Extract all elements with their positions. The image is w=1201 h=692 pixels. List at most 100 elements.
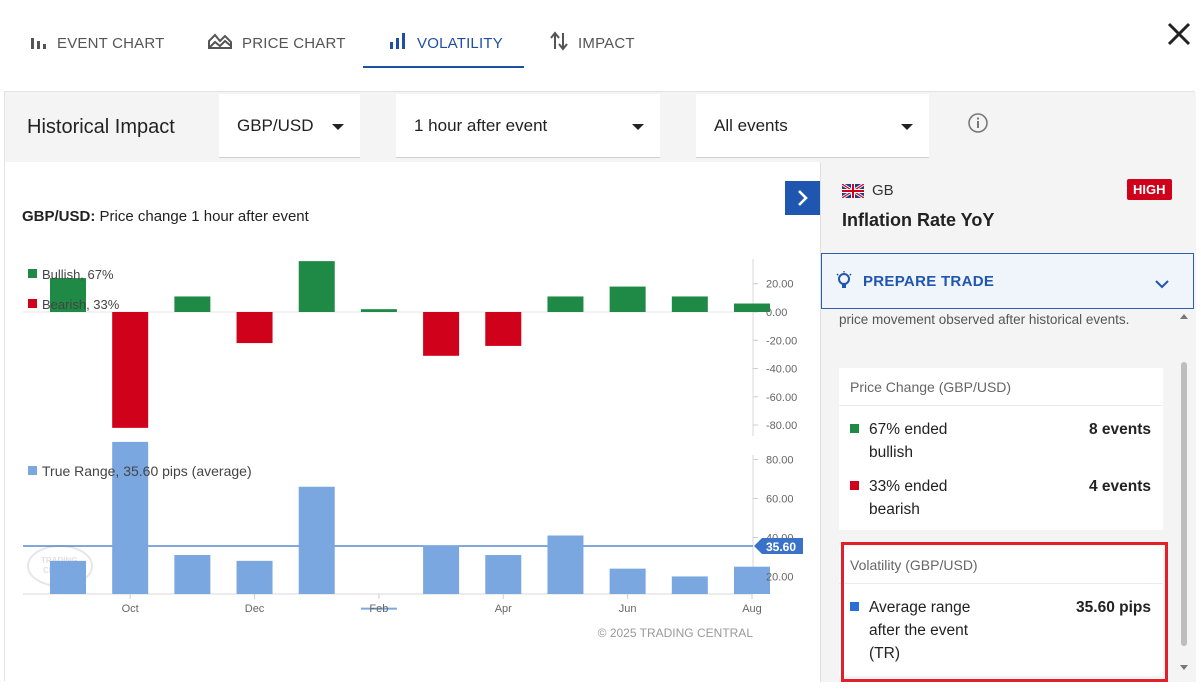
sort-arrows-icon <box>550 31 568 55</box>
tab-label: IMPACT <box>578 34 635 52</box>
active-tab-indicator <box>363 66 524 68</box>
price-change-card: Price Change (GBP/USD) 67% ended bullish… <box>839 368 1163 530</box>
country-code: GB <box>872 182 894 199</box>
average-range-marker <box>850 602 859 611</box>
events-filter-select-value: All events <box>714 115 788 135</box>
historical-impact-panel: Historical Impact GBP/USD 1 hour after e… <box>4 91 1196 682</box>
top-y-tick-label: -80.00 <box>766 420 797 432</box>
top-y-tick-label: 0.00 <box>766 307 787 319</box>
x-tick-label: Oct <box>122 603 139 615</box>
price-change-bar <box>360 309 397 312</box>
tab-label: PRICE CHART <box>242 34 346 52</box>
prepare-trade-label: PREPARE TRADE <box>863 273 995 290</box>
price-change-bar <box>112 312 149 428</box>
bearish-row: 33% ended bearish 4 events <box>839 463 1163 523</box>
top-y-tick-label: -40.00 <box>766 364 797 376</box>
true-range-bar <box>485 555 522 594</box>
event-name: Inflation Rate YoY <box>842 210 995 230</box>
top-y-tick-label: 20.00 <box>766 279 794 291</box>
chevron-down-icon <box>1155 276 1169 294</box>
bullish-legend-marker <box>28 269 37 278</box>
price-change-bars <box>50 261 770 428</box>
average-range-value: 35.60 pips <box>1076 599 1151 616</box>
top-y-tick-label: -60.00 <box>766 392 797 404</box>
price-change-bar <box>671 296 708 312</box>
true-range-bar <box>547 535 584 594</box>
bearish-count: 4 events <box>1088 478 1151 495</box>
price-change-bar <box>298 261 335 312</box>
event-country: GB <box>842 182 894 199</box>
bar-chart-icon <box>29 32 47 54</box>
prepare-trade-button[interactable]: PREPARE TRADE <box>821 253 1194 309</box>
bearish-legend-marker <box>28 299 37 308</box>
chevron-down-icon <box>901 124 913 130</box>
bottom-y-tick-label: 60.00 <box>766 493 794 505</box>
info-icon[interactable] <box>967 112 989 134</box>
x-tick-label: Apr <box>495 603 512 615</box>
volatility-title: Volatility (GBP/USD) <box>839 546 1163 584</box>
bullish-marker <box>850 424 859 433</box>
scroll-down-arrow[interactable] <box>1180 665 1188 670</box>
tab-label: VOLATILITY <box>417 34 503 52</box>
average-range-row: Average range after the event (TR) 35.60… <box>839 584 1163 665</box>
tab-label: EVENT CHART <box>57 34 165 52</box>
close-icon[interactable] <box>1163 18 1195 50</box>
tab-impact[interactable]: IMPACT <box>550 18 635 68</box>
x-tick-label: Feb <box>369 603 388 615</box>
bearish-marker <box>850 481 859 490</box>
bottom-y-tick-label: 20.00 <box>766 571 794 583</box>
page-title: Historical Impact <box>27 116 175 138</box>
price-change-bar <box>734 303 770 312</box>
true-range-bar <box>671 576 708 594</box>
tab-price-chart[interactable]: PRICE CHART <box>208 18 346 68</box>
x-tick-label: Aug <box>742 603 762 615</box>
bearish-label: 33% ended bearish <box>869 478 948 518</box>
scroll-thumb[interactable] <box>1181 362 1187 646</box>
sidebar-scrollbar[interactable] <box>1177 310 1191 682</box>
volatility-bars-icon <box>389 32 407 54</box>
chart-area: GBP/USD: Price change 1 hour after event… <box>5 162 820 682</box>
time-window-select[interactable]: 1 hour after event <box>396 94 660 158</box>
chevron-down-icon <box>632 124 644 130</box>
tab-event-chart[interactable]: EVENT CHART <box>29 18 165 68</box>
price-change-bar <box>609 286 646 312</box>
lightbulb-icon <box>836 271 852 296</box>
importance-badge: HIGH <box>1127 179 1172 200</box>
price-change-bar <box>485 312 522 346</box>
bottom-y-tick-label: 80.00 <box>766 454 794 466</box>
true-range-bar <box>298 486 335 594</box>
bullish-legend-label: Bullish, 67% <box>42 267 114 282</box>
price-change-bar <box>547 296 584 312</box>
copyright-text: © 2025 TRADING CENTRAL <box>598 626 754 640</box>
chevron-down-icon <box>332 124 344 130</box>
price-change-title: Price Change (GBP/USD) <box>839 368 1163 406</box>
time-window-select-value: 1 hour after event <box>414 115 548 135</box>
true-range-bar <box>174 555 211 594</box>
events-filter-select[interactable]: All events <box>696 94 929 158</box>
average-range-label: 35.60 <box>766 540 796 554</box>
average-range-label: Average range after the event (TR) <box>869 599 971 662</box>
true-range-bar <box>734 566 770 594</box>
pair-select[interactable]: GBP/USD <box>219 94 360 158</box>
volatility-dialog: EVENT CHART PRICE CHART VOLATILITY IMPAC… <box>0 0 1201 692</box>
event-sidebar: GB HIGH Inflation Rate YoY PREPARE TRADE… <box>820 162 1196 682</box>
bullish-label: 67% ended bullish <box>869 421 948 461</box>
volatility-card: Volatility (GBP/USD) Average range after… <box>839 546 1163 676</box>
bullish-count: 8 events <box>1088 421 1151 438</box>
area-chart-icon <box>208 32 232 54</box>
true-range-bar <box>609 568 646 594</box>
price-change-bar <box>423 312 460 356</box>
x-tick-label: Dec <box>245 603 265 615</box>
price-change-bar <box>236 312 273 344</box>
scroll-up-arrow[interactable] <box>1180 314 1188 319</box>
panel-header: Historical Impact GBP/USD 1 hour after e… <box>5 92 1196 162</box>
true-range-legend-label: True Range, 35.60 pips (average) <box>42 463 252 479</box>
description-text: price movement observed after historical… <box>839 312 1130 327</box>
top-y-tick-label: -20.00 <box>766 335 797 347</box>
tab-bar: EVENT CHART PRICE CHART VOLATILITY IMPAC… <box>0 0 1201 90</box>
tab-volatility[interactable]: VOLATILITY <box>389 18 503 68</box>
x-tick-label: Jun <box>619 603 637 615</box>
true-range-bar <box>423 545 460 594</box>
volatility-chart: TRADING CENTRAL 20.000.00-20.00-40.00-60… <box>23 259 803 640</box>
true-range-bar <box>50 560 86 594</box>
